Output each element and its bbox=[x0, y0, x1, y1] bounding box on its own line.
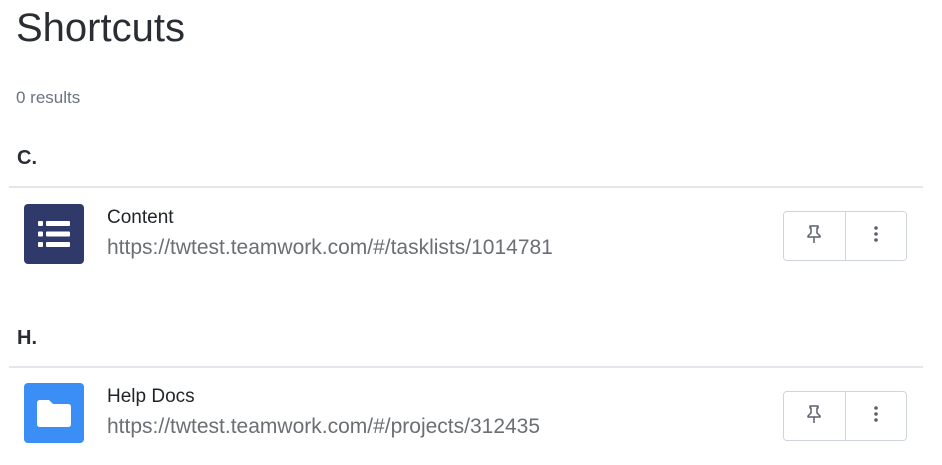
shortcut-name[interactable]: Content bbox=[107, 206, 174, 230]
shortcut-url[interactable]: https://twtest.teamwork.com/#/projects/3… bbox=[107, 414, 540, 440]
more-options-button[interactable] bbox=[844, 212, 906, 260]
group-letter: H. bbox=[17, 327, 37, 349]
results-count: 0 results bbox=[16, 88, 81, 107]
shortcut-actions bbox=[783, 211, 907, 261]
pin-icon bbox=[805, 404, 823, 429]
shortcut-name[interactable]: Help Docs bbox=[107, 385, 195, 409]
shortcut-actions bbox=[783, 391, 907, 441]
group-letter: C. bbox=[17, 147, 37, 169]
group-divider bbox=[9, 186, 923, 188]
folder-icon bbox=[24, 383, 84, 443]
shortcut-item-help-docs[interactable]: Help Docs https://twtest.teamwork.com/#/… bbox=[0, 375, 942, 447]
more-vertical-icon bbox=[873, 405, 879, 428]
page-title: Shortcuts bbox=[16, 6, 185, 50]
tasklist-icon bbox=[24, 204, 84, 264]
pin-button[interactable] bbox=[784, 392, 845, 440]
more-options-button[interactable] bbox=[844, 392, 906, 440]
shortcut-item-content[interactable]: Content https://twtest.teamwork.com/#/ta… bbox=[0, 196, 942, 268]
pin-icon bbox=[805, 224, 823, 249]
more-vertical-icon bbox=[873, 225, 879, 248]
shortcut-url[interactable]: https://twtest.teamwork.com/#/tasklists/… bbox=[107, 235, 553, 261]
group-divider bbox=[9, 366, 923, 368]
pin-button[interactable] bbox=[784, 212, 845, 260]
